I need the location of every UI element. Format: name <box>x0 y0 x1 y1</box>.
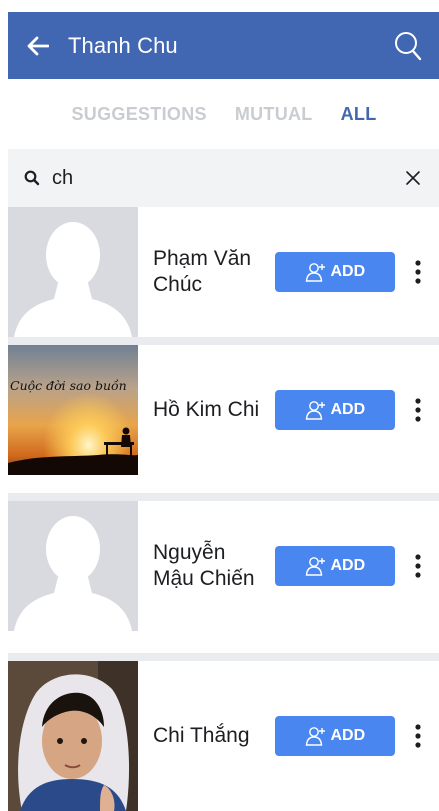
tab-bar: SUGGESTIONS MUTUAL ALL <box>8 79 439 149</box>
search-icon <box>24 170 40 186</box>
tab-all[interactable]: ALL <box>341 104 377 125</box>
add-button-label: ADD <box>330 401 366 418</box>
result-name[interactable]: Hồ Kim Chi <box>153 397 271 423</box>
page-title: Thanh Chu <box>68 32 178 58</box>
add-friend-button[interactable]: ADD <box>274 716 395 756</box>
close-icon <box>406 171 420 185</box>
more-options-button[interactable] <box>397 380 439 440</box>
more-vertical-icon <box>415 260 421 284</box>
list-item[interactable]: Nguyễn Mậu Chiến ADD <box>8 501 439 631</box>
app-bar: Thanh Chu <box>8 12 439 79</box>
default-avatar-image <box>8 207 138 337</box>
more-vertical-icon <box>415 724 421 748</box>
more-options-button[interactable] <box>397 536 439 596</box>
result-name[interactable]: Chi Thắng <box>153 723 271 749</box>
more-options-button[interactable] <box>397 706 439 766</box>
search-bar <box>8 149 439 207</box>
list-item[interactable]: Phạm Văn Chúc ADD <box>8 207 439 337</box>
search-icon <box>395 31 422 60</box>
add-button-label: ADD <box>330 727 366 744</box>
avatar <box>8 501 138 631</box>
back-button[interactable] <box>8 12 68 79</box>
add-person-icon <box>305 557 325 576</box>
default-avatar-image <box>8 501 138 631</box>
add-person-icon <box>305 263 325 282</box>
list-item[interactable]: Chi Thắng ADD <box>8 661 439 811</box>
add-button-label: ADD <box>330 557 366 574</box>
sunset-photo-image: Cuộc đời sao buồn <box>8 345 138 475</box>
clear-search-button[interactable] <box>386 149 439 207</box>
more-options-button[interactable] <box>397 242 439 302</box>
avatar: Cuộc đời sao buồn <box>8 345 138 475</box>
add-button-label: ADD <box>330 263 366 280</box>
add-friend-button[interactable]: ADD <box>274 252 395 292</box>
avatar <box>8 661 138 811</box>
result-name[interactable]: Nguyễn Mậu Chiến <box>153 540 271 591</box>
child-photo-image <box>8 661 138 811</box>
add-person-icon <box>305 727 325 746</box>
add-friend-button[interactable]: ADD <box>274 546 395 586</box>
divider <box>8 653 439 661</box>
divider <box>8 493 439 501</box>
add-person-icon <box>305 401 325 420</box>
add-friend-button[interactable]: ADD <box>274 390 395 430</box>
search-input[interactable] <box>48 158 386 198</box>
avatar <box>8 207 138 337</box>
divider <box>8 337 439 345</box>
arrow-left-icon <box>27 36 49 55</box>
result-name[interactable]: Phạm Văn Chúc <box>153 246 271 297</box>
tab-mutual[interactable]: MUTUAL <box>235 104 313 125</box>
tab-suggestions[interactable]: SUGGESTIONS <box>71 104 206 125</box>
search-field-icon <box>24 170 48 186</box>
search-button[interactable] <box>376 12 439 79</box>
more-vertical-icon <box>415 398 421 422</box>
list-item[interactable]: Cuộc đời sao buồn Hồ Kim Chi ADD <box>8 345 439 475</box>
more-vertical-icon <box>415 554 421 578</box>
svg-text:Cuộc đời sao buồn: Cuộc đời sao buồn <box>10 378 127 393</box>
